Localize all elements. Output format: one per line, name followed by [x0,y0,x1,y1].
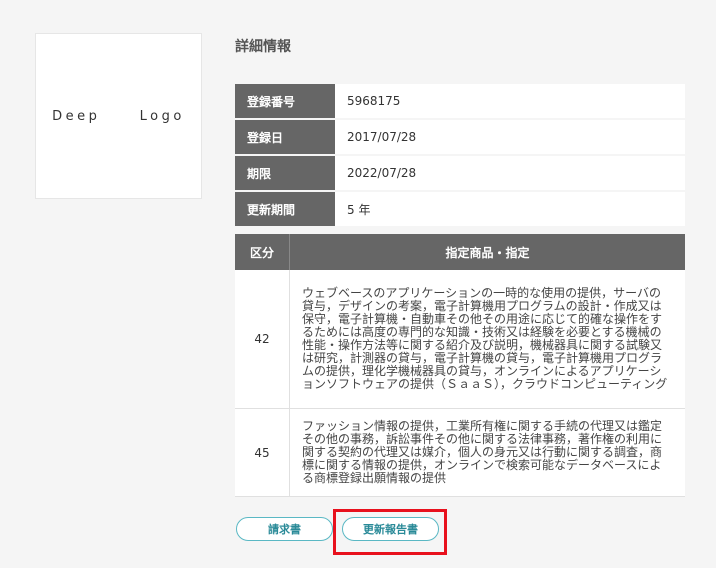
info-label: 期限 [235,155,335,192]
class-number: 45 [235,408,290,497]
invoice-button[interactable]: 請求書 [236,517,333,541]
logo-text: Deep Logo [52,108,185,124]
info-row-expiry: 期限 2022/07/28 [235,155,685,192]
info-value: 5 年 [335,191,685,228]
info-label: 登録日 [235,119,335,156]
section-title: 詳細情報 [235,39,291,55]
info-row-renewal-period: 更新期間 5 年 [235,191,685,228]
registration-info-table: 登録番号 5968175 登録日 2017/07/28 期限 2022/07/2… [235,84,685,228]
goods-description: ファッション情報の提供，工業所有権に関する手続の代理又は鑑定その他の事務，訴訟事… [289,408,685,497]
class-column-header: 区分 [235,234,290,270]
info-row-registration-date: 登録日 2017/07/28 [235,119,685,156]
designated-goods-table: 区分 指定商品・指定 42 ウェブベースのアプリケーションの一時的な使用の提供，… [235,234,685,497]
goods-column-header: 指定商品・指定 [289,234,685,270]
info-label: 登録番号 [235,84,335,120]
goods-header-row: 区分 指定商品・指定 [235,234,685,270]
table-row: 42 ウェブベースのアプリケーションの一時的な使用の提供，サーバの貸与，デザイン… [235,270,685,409]
logo-placeholder: Deep Logo [35,33,202,199]
goods-description: ウェブベースのアプリケーションの一時的な使用の提供，サーバの貸与，デザインの考案… [289,270,685,409]
info-value: 2022/07/28 [335,155,685,192]
highlight-box [333,509,447,555]
info-value: 5968175 [335,84,685,120]
table-row: 45 ファッション情報の提供，工業所有権に関する手続の代理又は鑑定その他の事務，… [235,408,685,497]
info-label: 更新期間 [235,191,335,228]
info-value: 2017/07/28 [335,119,685,156]
info-row-registration-number: 登録番号 5968175 [235,84,685,120]
class-number: 42 [235,270,290,409]
